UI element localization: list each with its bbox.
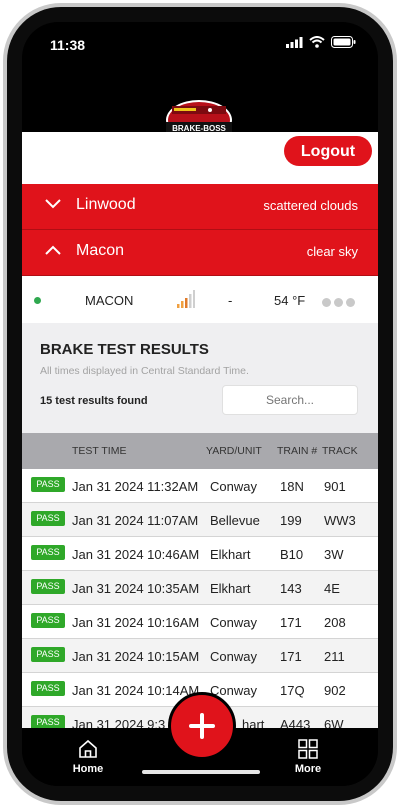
pass-badge: PASS: [31, 613, 65, 628]
table-row[interactable]: PASS Jan 31 2024 10:46AM Elkhart B10 3W: [22, 537, 378, 571]
header-test-time: TEST TIME: [72, 445, 127, 457]
location-weather: clear sky: [306, 244, 358, 259]
pass-badge: PASS: [31, 511, 65, 526]
more-options-icon[interactable]: [322, 298, 355, 307]
status-time: 11:38: [50, 37, 86, 53]
location-row-macon[interactable]: Macon clear sky: [22, 230, 378, 276]
grid-icon: [298, 739, 318, 759]
track: 6W: [324, 717, 344, 728]
tab-home-label: Home: [72, 763, 104, 775]
pass-badge: PASS: [31, 715, 65, 728]
test-time: Jan 31 2024 10:14AM: [72, 683, 200, 698]
top-bar: Logout: [22, 132, 378, 184]
header-track: TRACK: [322, 445, 358, 457]
results-count: 15 test results found: [40, 395, 148, 407]
track: WW3: [324, 513, 356, 528]
train-number: 199: [280, 513, 302, 528]
pass-badge: PASS: [31, 579, 65, 594]
main-content: Logout Linwood scattered clouds Macon cl…: [22, 132, 378, 728]
test-time: Jan 31 2024 9:3: [72, 717, 166, 728]
table-row[interactable]: PASS Jan 31 2024 11:32AM Conway 18N 901: [22, 469, 378, 503]
location-weather: scattered clouds: [263, 198, 358, 213]
table-header: TEST TIME YARD/UNIT TRAIN # TRACK: [22, 433, 378, 469]
test-time: Jan 31 2024 10:35AM: [72, 581, 200, 596]
yard-unit: Bellevue: [210, 513, 260, 528]
train-number: A443: [280, 717, 311, 728]
test-time: Jan 31 2024 10:15AM: [72, 649, 200, 664]
pass-badge: PASS: [31, 545, 65, 560]
location-detail-name: MACON: [85, 293, 134, 308]
wifi-icon: [309, 36, 325, 48]
pass-badge: PASS: [31, 477, 65, 492]
track: 211: [324, 649, 345, 664]
tab-more[interactable]: More: [278, 738, 338, 775]
location-row-linwood[interactable]: Linwood scattered clouds: [22, 184, 378, 230]
search-input[interactable]: [222, 385, 358, 415]
yard-unit: Elkhart: [210, 581, 251, 596]
table-row[interactable]: PASS Jan 31 2024 10:35AM Elkhart 143 4E: [22, 571, 378, 605]
status-bar: 11:38: [22, 22, 378, 66]
logout-button[interactable]: Logout: [284, 136, 372, 166]
train-number: 143: [280, 581, 302, 596]
location-detail-row: MACON - 54 °F: [22, 276, 378, 323]
chevron-down-icon: [45, 199, 61, 209]
signal-strength-icon: [177, 290, 195, 308]
table-row[interactable]: PASS Jan 31 2024 10:16AM Conway 171 208: [22, 605, 378, 639]
location-name: Macon: [76, 242, 125, 259]
tab-more-label: More: [294, 763, 322, 775]
location-name: Linwood: [76, 196, 136, 213]
yard-unit: hart: [242, 717, 265, 728]
yard-unit: Elkhart: [210, 547, 251, 562]
chevron-up-icon: [45, 245, 61, 255]
train-number: 17Q: [280, 683, 305, 698]
track: 208: [324, 615, 346, 630]
location-detail-dash: -: [228, 293, 233, 308]
table-row[interactable]: PASS Jan 31 2024 10:15AM Conway 171 211: [22, 639, 378, 673]
add-test-button[interactable]: [168, 692, 236, 760]
test-time: Jan 31 2024 11:07AM: [72, 513, 199, 528]
home-indicator: [142, 770, 260, 774]
cellular-signal-icon: [286, 36, 303, 48]
status-icons: [286, 36, 356, 48]
table-row[interactable]: PASS Jan 31 2024 11:07AM Bellevue 199 WW…: [22, 503, 378, 537]
train-number: 171: [280, 649, 302, 664]
track: 901: [324, 479, 346, 494]
home-icon: [79, 739, 97, 758]
online-status-dot: [34, 297, 41, 304]
header-train: TRAIN #: [277, 445, 318, 457]
track: 3W: [324, 547, 344, 562]
yard-unit: Conway: [210, 649, 257, 664]
train-number: 171: [280, 615, 302, 630]
train-number: B10: [280, 547, 304, 562]
app-screen: 11:38 BRAKE-BOSS Logout Linwood scattere…: [22, 22, 378, 786]
results-title: BRAKE TEST RESULTS: [40, 341, 209, 358]
yard-unit: Conway: [210, 479, 257, 494]
pass-badge: PASS: [31, 681, 65, 696]
pass-badge: PASS: [31, 647, 65, 662]
track: 902: [324, 683, 346, 698]
test-time: Jan 31 2024 11:32AM: [72, 479, 199, 494]
test-time: Jan 31 2024 10:46AM: [72, 547, 200, 562]
tab-home[interactable]: Home: [58, 738, 118, 775]
train-number: 18N: [280, 479, 304, 494]
yard-unit: Conway: [210, 615, 257, 630]
track: 4E: [324, 581, 340, 596]
battery-icon: [331, 36, 356, 48]
results-header: BRAKE TEST RESULTS All times displayed i…: [22, 323, 378, 433]
test-time: Jan 31 2024 10:16AM: [72, 615, 200, 630]
temperature: 54 °F: [274, 293, 306, 308]
timezone-note: All times displayed in Central Standard …: [40, 365, 249, 377]
notch: [100, 22, 300, 52]
header-yard-unit: YARD/UNIT: [206, 445, 262, 457]
